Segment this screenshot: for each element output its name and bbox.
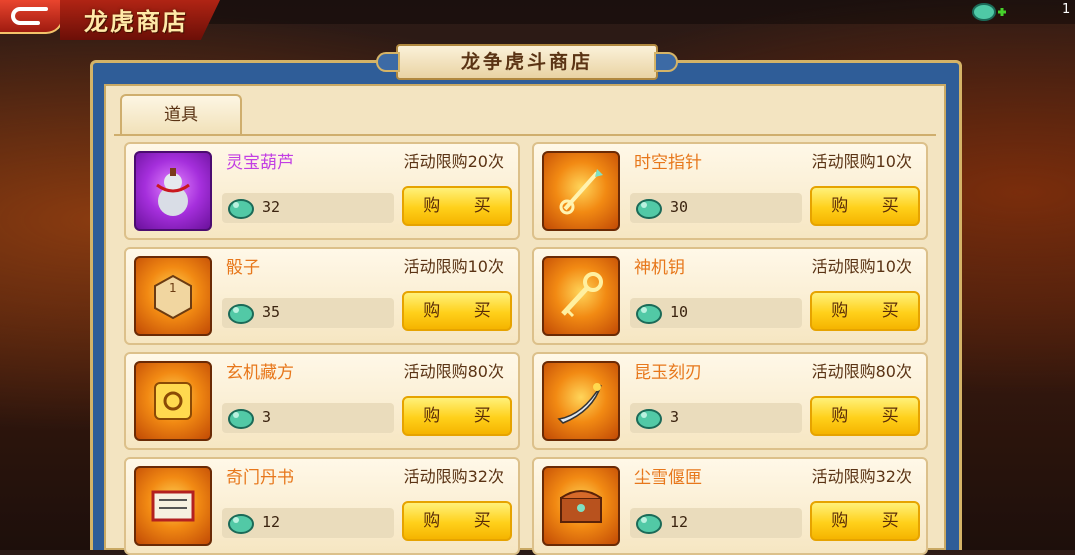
- jade-coin-icon: [634, 196, 664, 224]
- item-price: 12: [670, 513, 689, 531]
- buy-button[interactable]: 购 买: [810, 186, 920, 226]
- jade-coin-icon: [226, 406, 256, 434]
- gourd-icon[interactable]: [134, 151, 212, 231]
- item-price: 3: [262, 408, 272, 426]
- purchase-limit: 活动限购10次: [811, 257, 912, 276]
- shop-item-card: 昆玉刻刃 活动限购80次 3 购 买: [532, 352, 928, 450]
- price-bar: 30: [630, 193, 802, 223]
- price-bar: 32: [222, 193, 394, 223]
- item-name: 骰子: [226, 258, 260, 278]
- top-counter: 1: [1062, 2, 1071, 17]
- cube-icon[interactable]: [134, 361, 212, 441]
- shop-item-card: 时空指针 活动限购10次 30 购 买: [532, 142, 928, 240]
- item-name: 尘雪偃匣: [634, 468, 702, 488]
- jade-coin-icon: [226, 511, 256, 539]
- scroll-icon[interactable]: [134, 466, 212, 546]
- tab-items[interactable]: 道具: [120, 94, 242, 134]
- item-price: 10: [670, 303, 689, 321]
- price-bar: 3: [222, 403, 394, 433]
- pointer-icon[interactable]: [542, 151, 620, 231]
- jade-coin-icon: [634, 301, 664, 329]
- svg-text:1: 1: [169, 281, 177, 295]
- tab-divider: [114, 134, 936, 136]
- buy-button[interactable]: 购 买: [810, 396, 920, 436]
- price-bar: 10: [630, 298, 802, 328]
- item-name: 玄机藏方: [226, 363, 294, 383]
- chest-icon[interactable]: [542, 466, 620, 546]
- purchase-limit: 活动限购80次: [403, 362, 504, 381]
- buy-button[interactable]: 购 买: [402, 396, 512, 436]
- purchase-limit: 活动限购32次: [811, 467, 912, 486]
- shop-item-card: 灵宝葫芦 活动限购20次 32 购 买: [124, 142, 520, 240]
- jade-coin-add-icon: [972, 3, 1006, 21]
- shop-item-card: 奇门丹书 活动限购32次 12 购 买: [124, 457, 520, 555]
- jade-coin-icon: [226, 196, 256, 224]
- page-title: 龙虎商店: [84, 7, 188, 36]
- back-arrow-icon: [11, 7, 48, 25]
- item-price: 35: [262, 303, 281, 321]
- item-name: 灵宝葫芦: [226, 153, 294, 173]
- shop-item-card: 神机钥 活动限购10次 10 购 买: [532, 247, 928, 345]
- item-price: 3: [670, 408, 680, 426]
- shop-banner: 龙争虎斗商店: [376, 44, 678, 80]
- price-bar: 35: [222, 298, 394, 328]
- item-name: 时空指针: [634, 153, 702, 173]
- purchase-limit: 活动限购10次: [403, 257, 504, 276]
- purchase-limit: 活动限购80次: [811, 362, 912, 381]
- jade-coin-icon: [226, 301, 256, 329]
- shop-title: 龙争虎斗商店: [460, 51, 593, 73]
- item-price: 32: [262, 198, 281, 216]
- buy-button[interactable]: 购 买: [402, 291, 512, 331]
- item-price: 12: [262, 513, 281, 531]
- buy-button[interactable]: 购 买: [402, 186, 512, 226]
- buy-button[interactable]: 购 买: [810, 501, 920, 541]
- price-bar: 12: [630, 508, 802, 538]
- shop-item-card: 玄机藏方 活动限购80次 3 购 买: [124, 352, 520, 450]
- shop-item-card: 尘雪偃匣 活动限购32次 12 购 买: [532, 457, 928, 555]
- item-name: 昆玉刻刃: [634, 363, 702, 383]
- buy-button[interactable]: 购 买: [402, 501, 512, 541]
- blade-icon[interactable]: [542, 361, 620, 441]
- item-name: 神机钥: [634, 258, 685, 278]
- price-bar: 3: [630, 403, 802, 433]
- purchase-limit: 活动限购10次: [811, 152, 912, 171]
- purchase-limit: 活动限购20次: [403, 152, 504, 171]
- jade-coin-icon: [634, 406, 664, 434]
- buy-button[interactable]: 购 买: [810, 291, 920, 331]
- back-button[interactable]: [0, 0, 64, 34]
- shop-item-card: 1 骰子 活动限购10次 35 购 买: [124, 247, 520, 345]
- add-currency-button[interactable]: [970, 0, 1006, 24]
- key-icon[interactable]: [542, 256, 620, 336]
- item-price: 30: [670, 198, 689, 216]
- purchase-limit: 活动限购32次: [403, 467, 504, 486]
- jade-coin-icon: [634, 511, 664, 539]
- price-bar: 12: [222, 508, 394, 538]
- dice-icon[interactable]: 1: [134, 256, 212, 336]
- item-name: 奇门丹书: [226, 468, 294, 488]
